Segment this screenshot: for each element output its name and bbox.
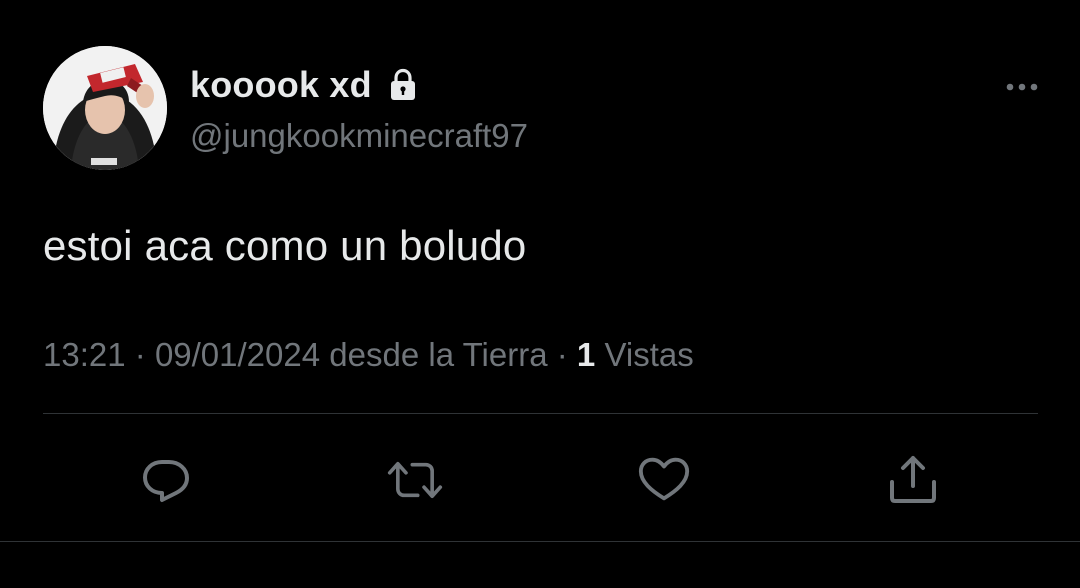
username-handle[interactable]: @jungkookminecraft97 (190, 117, 528, 155)
tweet-source: desde la Tierra (329, 336, 548, 373)
lock-icon (388, 68, 418, 102)
tweet-text: estoi aca como un boludo (43, 222, 527, 269)
more-options-button[interactable] (1002, 72, 1042, 102)
meta-separator: · (134, 336, 146, 373)
avatar-image (43, 46, 167, 170)
retweet-button[interactable] (387, 452, 443, 508)
views-count[interactable]: 1 (577, 336, 595, 373)
heart-icon (638, 457, 690, 501)
divider (43, 413, 1038, 414)
tweet-date[interactable]: 09/01/2024 (155, 336, 320, 373)
avatar[interactable] (43, 46, 167, 170)
meta-separator: · (556, 336, 568, 373)
like-button[interactable] (636, 452, 692, 508)
views-label[interactable]: Vistas (604, 336, 693, 373)
reply-button[interactable] (138, 452, 194, 508)
retweet-icon (387, 461, 443, 499)
share-button[interactable] (885, 452, 941, 508)
divider (0, 541, 1080, 542)
share-icon (890, 456, 936, 503)
tweet-metadata: 13:21 · 09/01/2024 desde la Tierra · 1 V… (43, 336, 694, 374)
tweet-time[interactable]: 13:21 (43, 336, 126, 373)
display-name[interactable]: kooook xd (190, 64, 372, 106)
author-name-row[interactable]: kooook xd (190, 62, 418, 108)
more-horizontal-icon (1006, 83, 1038, 91)
reply-icon (143, 460, 189, 502)
